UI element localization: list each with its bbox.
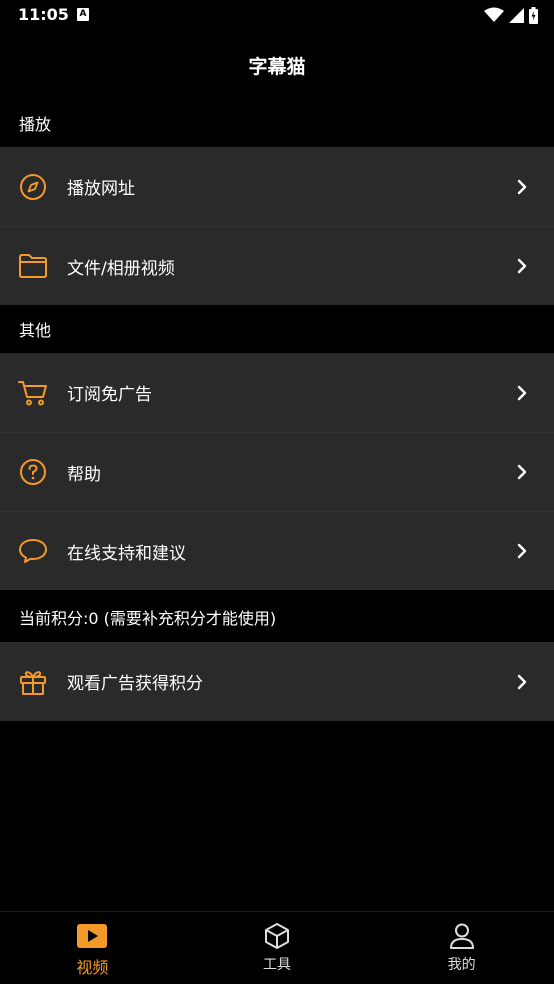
notification-a-icon: A — [77, 8, 89, 21]
folder-icon — [18, 251, 48, 281]
help-row[interactable]: 帮助 — [0, 432, 554, 511]
compass-icon — [18, 172, 48, 202]
play-url-row[interactable]: 播放网址 — [0, 147, 554, 226]
watch-ad-row[interactable]: 观看广告获得积分 — [0, 642, 554, 721]
group-other: 订阅免广告 帮助 在线支持和建议 — [0, 353, 554, 590]
battery-icon — [529, 6, 538, 24]
chevron-right-icon — [517, 179, 527, 194]
question-icon — [18, 457, 48, 487]
title-bar: 字幕猫 — [0, 40, 554, 90]
nav-mine[interactable]: 我的 — [369, 912, 554, 984]
nav-video[interactable]: 视频 — [0, 912, 185, 984]
user-icon — [446, 922, 478, 950]
status-time: 11:05 — [18, 5, 69, 24]
nav-mine-label: 我的 — [447, 957, 476, 973]
chevron-right-icon — [517, 674, 527, 689]
watch-ad-label: 观看广告获得积分 — [67, 674, 203, 694]
gift-icon — [18, 667, 48, 697]
chevron-right-icon — [517, 258, 527, 274]
nav-video-label: 视频 — [76, 958, 109, 977]
file-video-row[interactable]: 文件/相册视频 — [0, 226, 554, 305]
group-play: 播放网址 文件/相册视频 — [0, 147, 554, 305]
subscribe-label: 订阅免广告 — [67, 385, 152, 405]
section-header-play: 播放 — [19, 115, 52, 134]
status-bar: 11:05 A — [0, 0, 554, 32]
chevron-right-icon — [517, 543, 527, 559]
chevron-right-icon — [517, 385, 527, 400]
group-points: 观看广告获得积分 — [0, 642, 554, 721]
nav-tools[interactable]: 工具 — [185, 912, 370, 984]
file-video-label: 文件/相册视频 — [67, 258, 175, 279]
section-header-points: 当前积分:0 (需要补充积分才能使用) — [19, 609, 277, 628]
bottom-nav: 视频 工具 我的 — [0, 911, 554, 984]
nav-tools-label: 工具 — [263, 957, 291, 973]
chevron-right-icon — [517, 464, 527, 480]
page-title: 字幕猫 — [248, 55, 306, 78]
chat-bubble-icon — [18, 536, 48, 566]
status-icons — [484, 6, 538, 24]
play-url-label: 播放网址 — [67, 179, 135, 199]
section-header-other: 其他 — [19, 321, 52, 340]
support-label: 在线支持和建议 — [67, 543, 186, 564]
cart-icon — [18, 378, 48, 408]
wifi-icon — [484, 7, 504, 22]
help-label: 帮助 — [67, 464, 101, 485]
support-row[interactable]: 在线支持和建议 — [0, 511, 554, 590]
play-icon — [76, 922, 108, 950]
subscribe-row[interactable]: 订阅免广告 — [0, 353, 554, 432]
cube-icon — [261, 922, 293, 950]
signal-icon — [509, 7, 524, 23]
